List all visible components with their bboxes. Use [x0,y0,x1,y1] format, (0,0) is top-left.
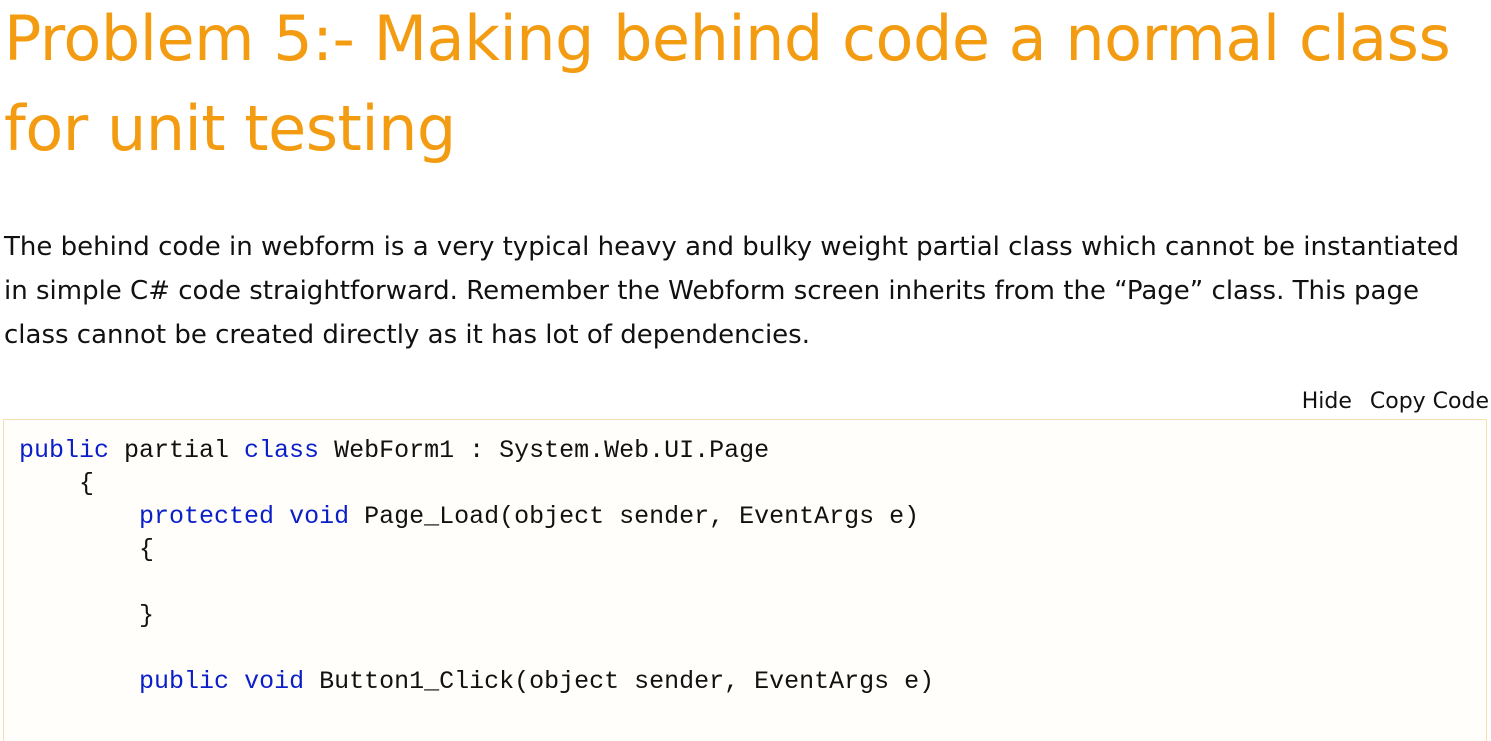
article-title: Problem 5:- Making behind code a normal … [4,2,1451,165]
code-line-3: protected void Page_Load(object sender, … [19,502,919,531]
code-text: partial [109,436,245,465]
keyword-class: class [244,436,320,465]
code-content: public partial class WebForm1 : System.W… [4,420,1486,698]
keyword-protected: protected [139,502,275,531]
code-line-4: { [19,535,155,564]
keyword-void: void [244,667,305,696]
code-text: Page_Load(object sender, EventArgs e) [349,502,920,531]
code-text: WebForm1 : System.Web.UI.Page [319,436,770,465]
keyword-public: public [139,667,230,696]
code-line-1: public partial class WebForm1 : System.W… [19,436,769,465]
intro-paragraph: The behind code in webform is a very typ… [4,232,1460,350]
code-text: Button1_Click(object sender, EventArgs e… [304,667,935,696]
code-actions: Hide Copy Code [1302,387,1489,417]
keyword-public: public [19,436,110,465]
code-line-8: public void Button1_Click(object sender,… [19,667,934,696]
keyword-void: void [289,502,350,531]
copy-code-link[interactable]: Copy Code [1370,389,1489,414]
code-line-6: } [19,601,155,630]
hide-code-link[interactable]: Hide [1302,389,1352,414]
code-block: public partial class WebForm1 : System.W… [3,419,1487,741]
code-line-2: { [19,469,95,498]
